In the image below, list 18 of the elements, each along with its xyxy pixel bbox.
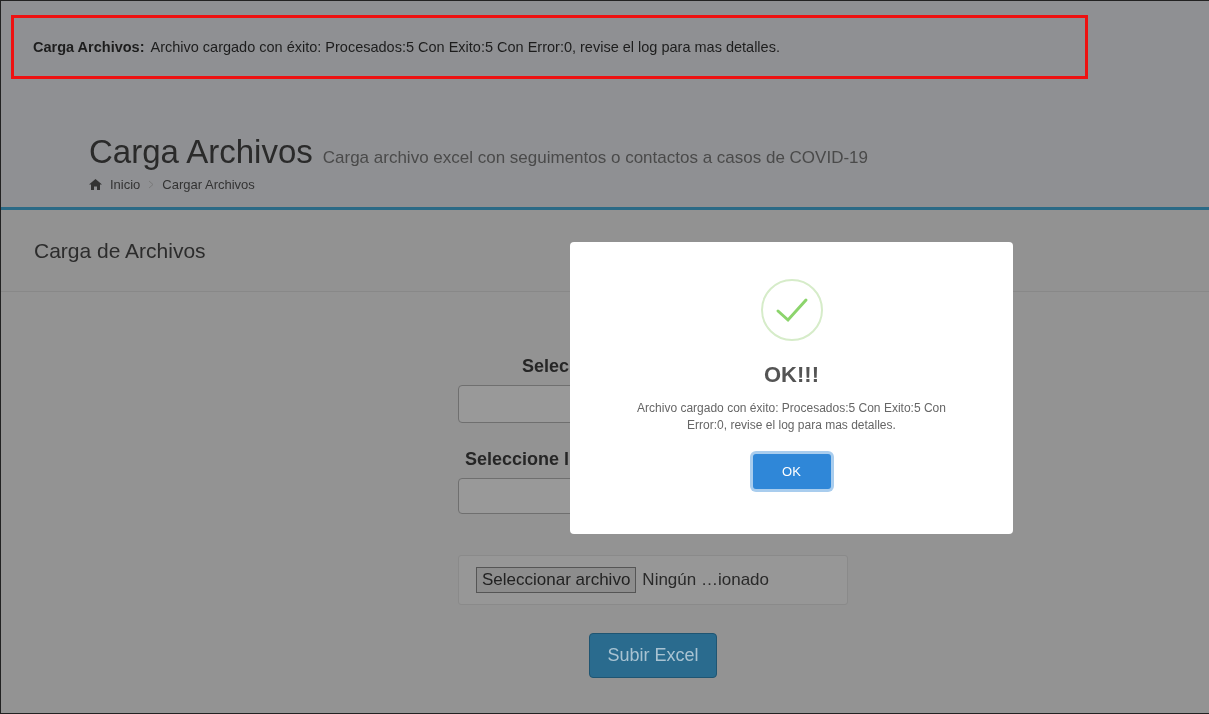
- page-subtitle: Carga archivo excel con seguimentos o contactos a casos de COVID-19: [322, 148, 868, 168]
- success-check-icon: [759, 278, 824, 342]
- ok-button[interactable]: OK: [752, 454, 831, 489]
- file-status: Ningún …ionado: [642, 570, 769, 590]
- choose-file-button[interactable]: Seleccionar archivo: [476, 567, 637, 593]
- dialog-message: Archivo cargado con éxito: Procesados:5 Con Exito:5 Con Error:0, revise el log para mas detalles.: [636, 400, 947, 434]
- upload-button[interactable]: Subir Excel: [589, 633, 717, 678]
- dialog-title: OK!!!: [764, 362, 819, 388]
- field-label: Selec: [520, 356, 569, 377]
- chevron-icon: [148, 180, 155, 189]
- notification-message: Archivo cargado con éxito: Procesados:5 Con Exito:5 Con Error:0, revise el log para mas detalles.: [150, 39, 780, 55]
- breadcrumb-link[interactable]: Inicio: [110, 177, 141, 192]
- file-input[interactable]: Seleccionar archivo Ningún …ionado: [458, 555, 848, 605]
- field-label: Seleccione l: [463, 449, 569, 470]
- page-title: Carga Archivos: [89, 133, 313, 171]
- home-icon: [89, 179, 102, 190]
- breadcrumb-link[interactable]: Cargar Archivos: [162, 177, 255, 192]
- notification-title: Carga Archivos:: [33, 39, 145, 55]
